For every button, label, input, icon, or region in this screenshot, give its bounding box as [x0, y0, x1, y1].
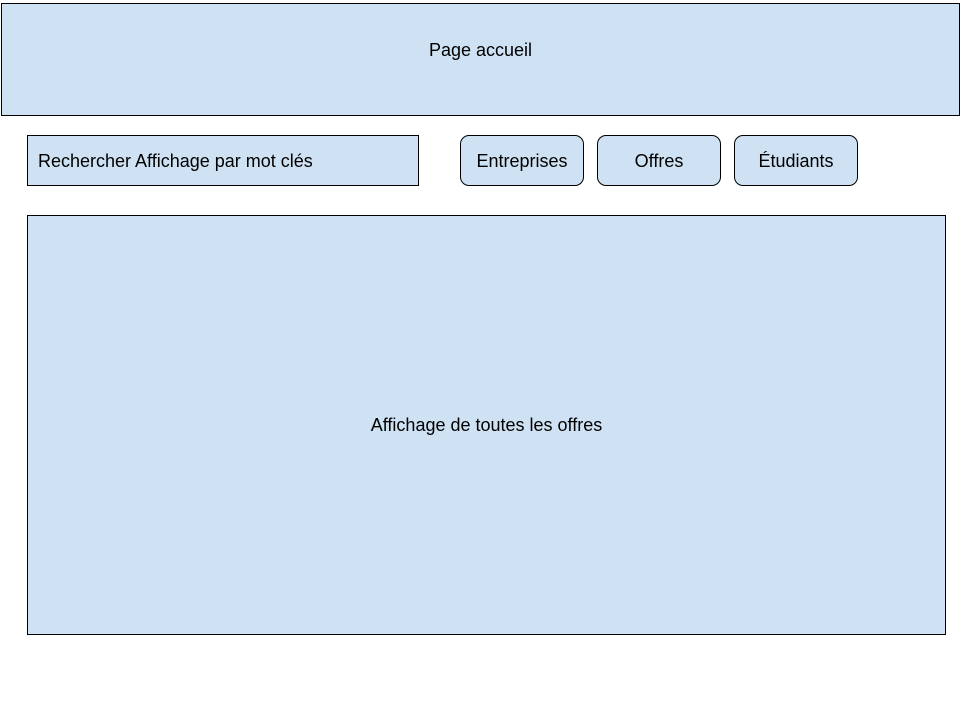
wireframe-canvas: Page accueil Rechercher Affichage par mo… [0, 0, 960, 720]
offres-button-label: Offres [634, 150, 684, 171]
offres-button[interactable]: Offres [597, 135, 721, 186]
page-header: Page accueil [1, 3, 960, 116]
offers-display-area: Affichage de toutes les offres [27, 215, 946, 635]
entreprises-button-label: Entreprises [476, 150, 568, 171]
etudiants-button-label: Étudiants [758, 150, 834, 171]
offers-display-label: Affichage de toutes les offres [370, 415, 603, 435]
page-title: Page accueil [428, 40, 533, 60]
search-label: Rechercher Affichage par mot clés [38, 150, 313, 171]
search-box[interactable]: Rechercher Affichage par mot clés [27, 135, 419, 186]
entreprises-button[interactable]: Entreprises [460, 135, 584, 186]
etudiants-button[interactable]: Étudiants [734, 135, 858, 186]
